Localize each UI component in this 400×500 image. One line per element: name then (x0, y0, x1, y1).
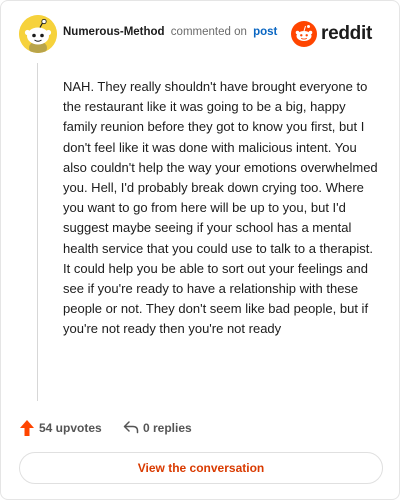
upvote-count: 54 upvotes (39, 421, 102, 435)
username-link[interactable]: Numerous-Method (63, 26, 165, 38)
snoo-avatar-icon[interactable] (19, 15, 57, 53)
comment-card: Numerous-Method commented on post reddit… (0, 0, 400, 500)
comment-actions: 54 upvotes 0 replies (19, 417, 379, 439)
comment-body: NAH. They really shouldn't have brought … (63, 79, 378, 337)
comment-header: Numerous-Method commented on post reddit (19, 15, 383, 55)
replies-count: 0 replies (143, 421, 192, 435)
upvote-arrow-icon (20, 420, 34, 436)
brand-wordmark: reddit (321, 23, 372, 44)
post-link[interactable]: post (253, 26, 277, 38)
comment-meta: Numerous-Method commented on post (63, 26, 277, 38)
thread-line (37, 63, 38, 401)
reply-arrow-icon (123, 421, 139, 434)
reddit-logo-icon (291, 21, 317, 47)
action-text: commented on (170, 26, 247, 38)
view-conversation-button[interactable]: View the conversation (19, 452, 383, 484)
reddit-brand[interactable]: reddit (291, 21, 383, 47)
